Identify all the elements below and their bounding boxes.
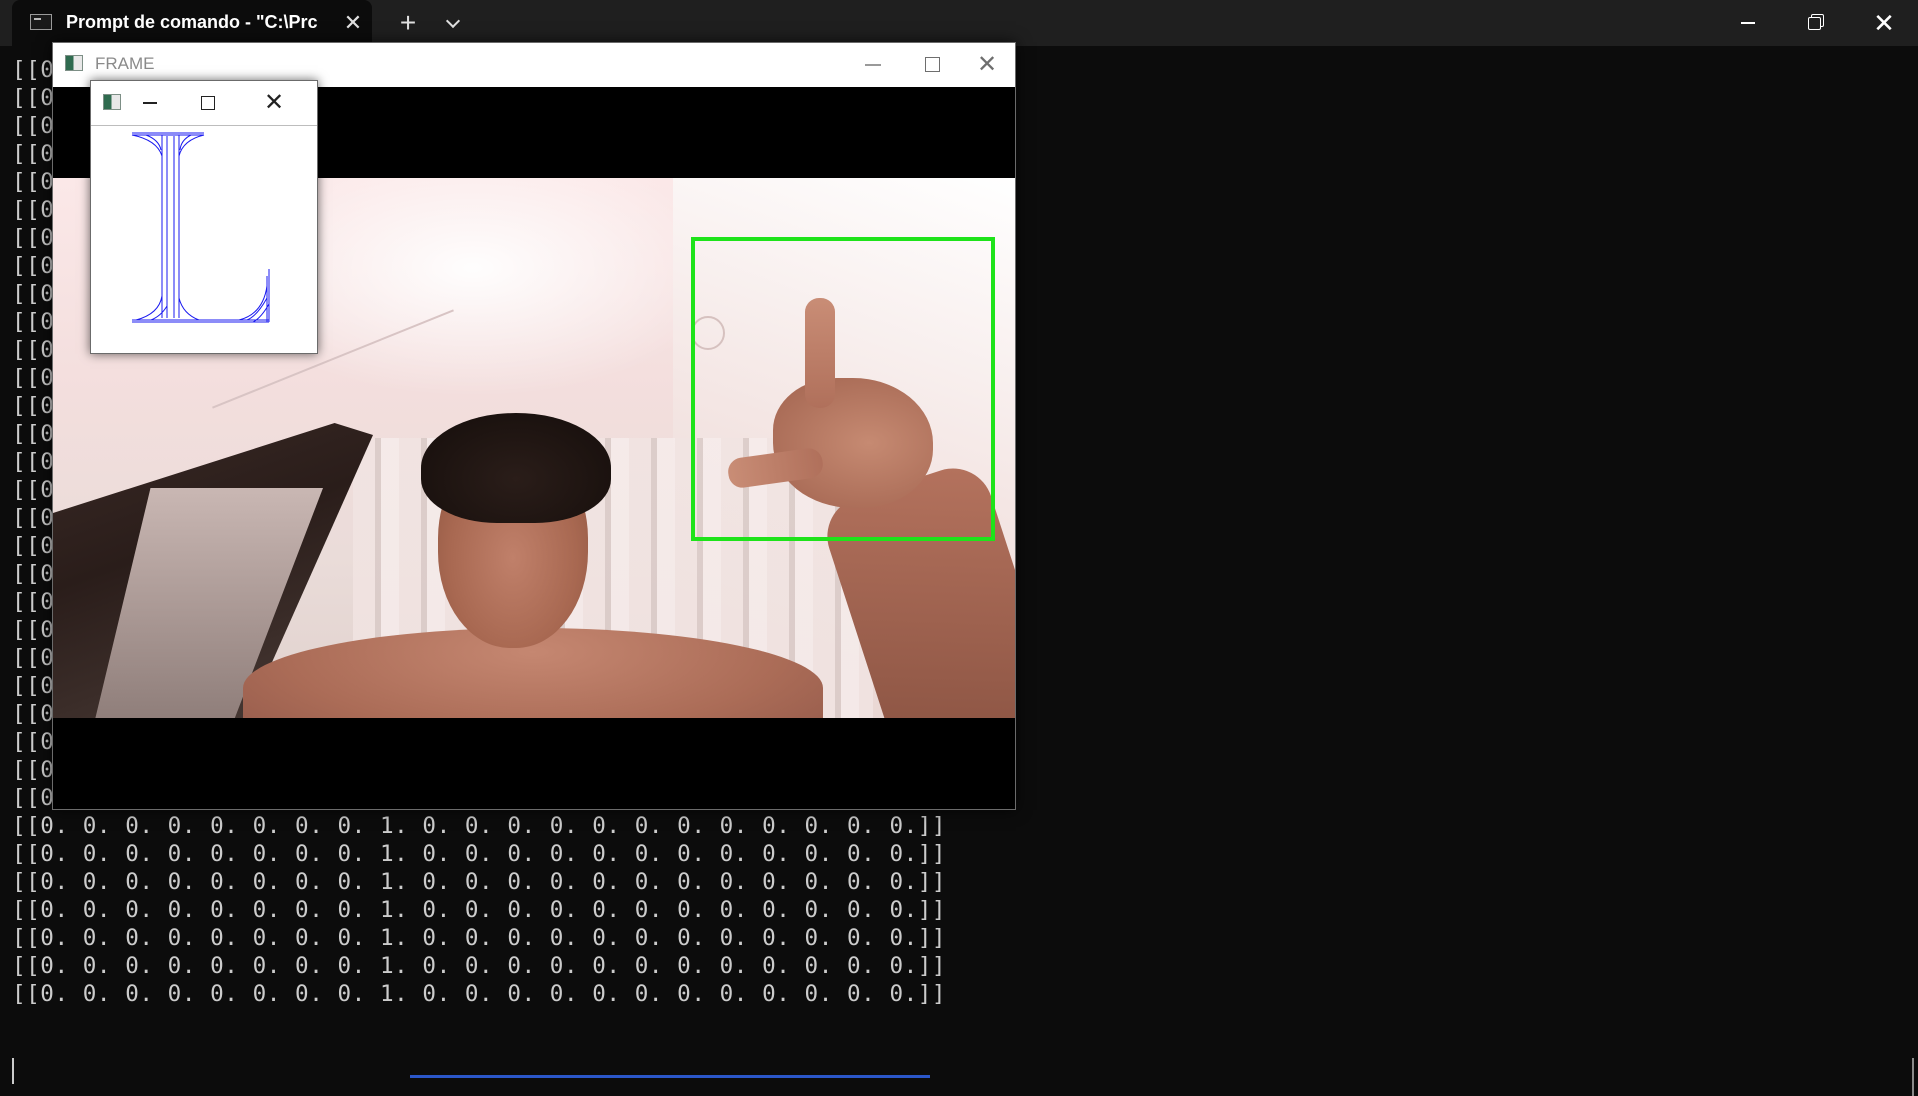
terminal-line: [[0. 0. 0. 0. 0. 0. 0. 0. 1. 0. 0. 0. 0.… [12,953,947,979]
frame-title: FRAME [95,54,155,73]
frame-maximize-icon[interactable] [903,43,963,87]
person-hair [421,413,611,523]
chevron-down-icon[interactable] [438,8,470,38]
frame-close-icon[interactable]: ✕ [957,43,1017,87]
tab-prompt-de-comando[interactable]: Prompt de comando - "C:\Prc ✕ [12,0,372,46]
prediction-window[interactable]: ✕ [90,80,318,354]
terminal-line: [[0. 0. 0. 0. 0. 0. 0. 0. 1. 0. 0. 0. 0.… [12,869,947,895]
text-cursor [12,1058,14,1084]
terminal-line: [[0. 0. 0. 0. 0. 0. 0. 0. 1. 0. 0. 0. 0.… [12,897,947,923]
terminal-line: [[0. 0. 0. 0. 0. 0. 0. 0. 1. 0. 0. 0. 0.… [12,925,947,951]
prediction-maximize-icon[interactable] [183,81,233,125]
restore-icon[interactable] [1782,0,1850,46]
terminal-titlebar: Prompt de comando - "C:\Prc ✕ + ✕ [0,0,1918,46]
terminal-icon [30,14,52,30]
tab-title: Prompt de comando - "C:\Prc [66,12,318,32]
terminal-line: [[0. 0. 0. 0. 0. 0. 0. 0. 1. 0. 0. 0. 0.… [12,813,947,839]
prediction-minimize-icon[interactable] [131,81,181,125]
opencv-window-icon [103,94,121,110]
frame-minimize-icon[interactable] [843,43,903,87]
hand-roi-box [691,237,995,541]
tab-close-icon[interactable]: ✕ [338,8,368,38]
minimize-icon[interactable] [1714,0,1782,46]
terminal-line: [[0. 0. 0. 0. 0. 0. 0. 0. 1. 0. 0. 0. 0.… [12,841,947,867]
close-icon[interactable]: ✕ [1850,0,1918,46]
terminal-line: [[0. 0. 0. 0. 0. 0. 0. 0. 1. 0. 0. 0. 0.… [12,981,947,1007]
prediction-titlebar[interactable]: ✕ [91,81,317,126]
new-tab-button[interactable]: + [392,8,424,38]
scrollbar-thumb[interactable] [1912,1058,1914,1096]
opencv-window-icon [65,55,83,71]
prediction-close-icon[interactable]: ✕ [249,81,299,125]
predicted-letter-image [131,132,270,323]
